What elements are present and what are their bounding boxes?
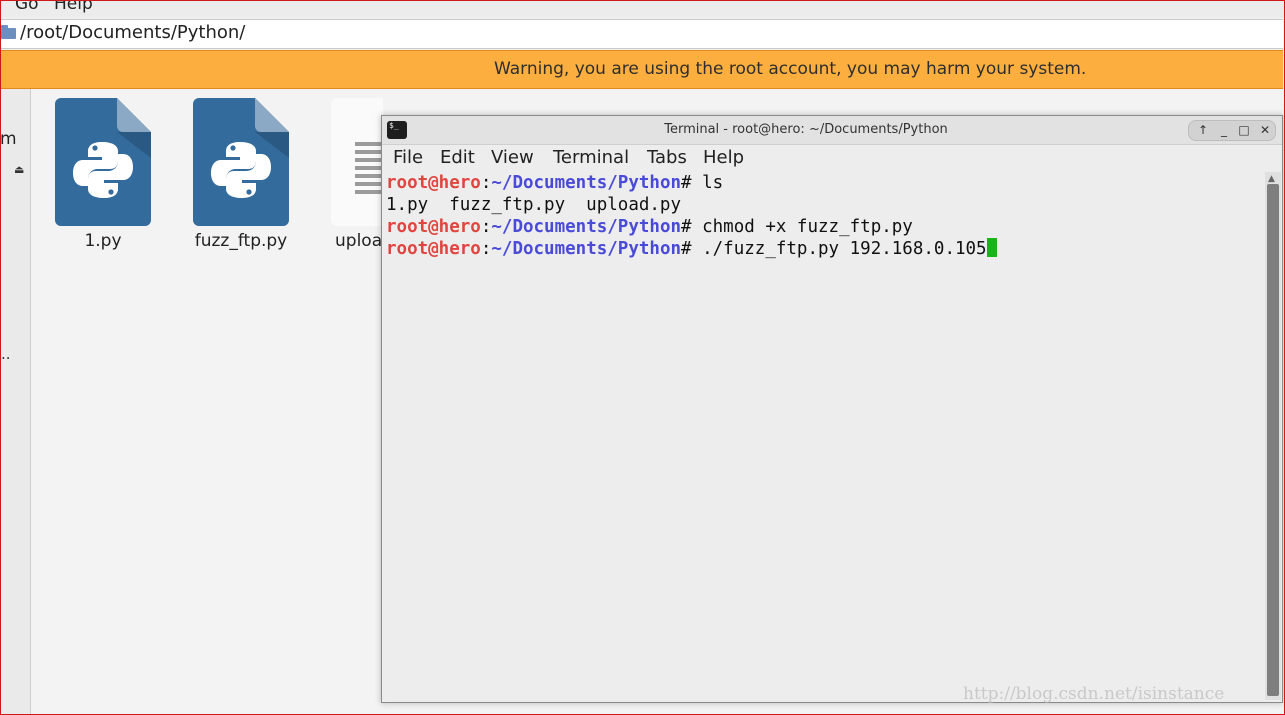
scrollbar-thumb[interactable]	[1267, 184, 1279, 696]
eject-icon[interactable]: ⏏	[14, 163, 24, 176]
command-text: ls	[691, 173, 724, 193]
prompt-path: ~/Documents/Python	[491, 173, 682, 193]
terminal-output[interactable]: root@hero:~/Documents/Python# ls 1.py fu…	[383, 172, 1264, 700]
window-title: Terminal - root@hero: ~/Documents/Python	[664, 122, 948, 137]
terminal-menubar: File Edit View Terminal Tabs Help	[382, 145, 1282, 171]
prompt-path: ~/Documents/Python	[491, 239, 682, 259]
sidebar-item-label[interactable]: m	[0, 129, 17, 149]
file-name: 1.py	[84, 231, 122, 251]
window-controls: ↑ _ □ ✕	[1188, 120, 1276, 141]
file-name: fuzz_ftp.py	[194, 231, 288, 251]
scroll-up-icon[interactable]: ▲	[1268, 174, 1275, 184]
command-text: chmod +x fuzz_ftp.py	[691, 217, 913, 237]
minimize-icon[interactable]: _	[1214, 121, 1234, 140]
terminal-line: root@hero:~/Documents/Python# ./fuzz_ftp…	[386, 238, 997, 260]
menu-tabs[interactable]: Tabs	[647, 147, 687, 168]
menu-terminal[interactable]: Terminal	[553, 147, 629, 168]
maximize-icon[interactable]: □	[1234, 121, 1254, 140]
sidebar-ellipsis: ..	[1, 345, 11, 363]
file-name: uploa	[335, 231, 383, 251]
menu-view[interactable]: View	[491, 147, 534, 168]
close-icon[interactable]: ✕	[1255, 121, 1275, 140]
terminal-line: root@hero:~/Documents/Python# chmod +x f…	[386, 217, 913, 237]
menu-go[interactable]: Go	[15, 0, 39, 14]
menu-file[interactable]: File	[393, 147, 423, 168]
root-warning-bar: Warning, you are using the root account,…	[0, 50, 1283, 89]
menu-help[interactable]: Help	[54, 0, 93, 14]
location-bar[interactable]: /root/Documents/Python/	[0, 19, 1283, 49]
menu-edit[interactable]: Edit	[440, 147, 475, 168]
prompt-user: root@hero	[386, 173, 481, 193]
prompt-user: root@hero	[386, 239, 481, 259]
prompt-user: root@hero	[386, 217, 481, 237]
prompt-path: ~/Documents/Python	[491, 217, 682, 237]
text-file-icon[interactable]	[331, 98, 383, 226]
terminal-titlebar[interactable]: $_ Terminal - root@hero: ~/Documents/Pyt…	[382, 116, 1282, 145]
watermark: http://blog.csdn.net/isinstance	[963, 684, 1225, 704]
warning-text: Warning, you are using the root account,…	[494, 59, 1087, 79]
python-file-icon	[193, 98, 289, 226]
file-manager-menubar: Go Help	[0, 0, 1285, 18]
terminal-window[interactable]: $_ Terminal - root@hero: ~/Documents/Pyt…	[381, 115, 1283, 703]
terminal-line: 1.py fuzz_ftp.py upload.py	[386, 194, 681, 216]
sidebar: m ⏏ ..	[0, 89, 31, 715]
folder-icon	[1, 25, 16, 39]
text-cursor	[986, 238, 997, 257]
python-file-icon	[55, 98, 151, 226]
maximize-up-icon[interactable]: ↑	[1193, 121, 1213, 140]
output-text: 1.py fuzz_ftp.py upload.py	[386, 195, 682, 215]
location-path[interactable]: /root/Documents/Python/	[20, 22, 245, 43]
terminal-line: root@hero:~/Documents/Python# ls	[386, 173, 724, 193]
menu-help[interactable]: Help	[703, 147, 744, 168]
command-text: ./fuzz_ftp.py 192.168.0.105	[691, 239, 987, 259]
vertical-scrollbar[interactable]: ▲	[1265, 172, 1281, 700]
